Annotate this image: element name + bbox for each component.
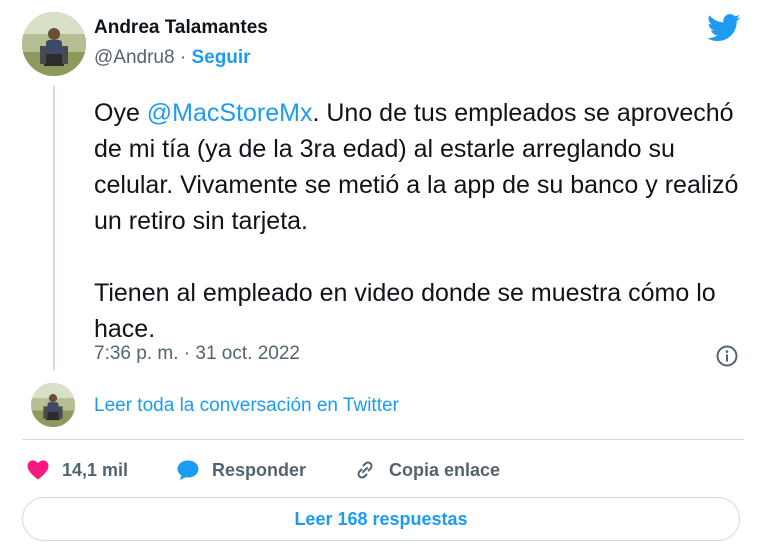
author-handle-row: @Andru8 · Seguir: [94, 47, 251, 69]
mention-link[interactable]: @MacStoreMx: [147, 99, 313, 127]
copy-link-button[interactable]: Copia enlace: [353, 457, 500, 483]
author-avatar-small[interactable]: [31, 383, 75, 427]
speech-bubble-icon: [177, 460, 199, 480]
avatar-photo: [22, 12, 86, 76]
follow-button[interactable]: Seguir: [191, 47, 250, 68]
author-handle[interactable]: @Andru8: [94, 47, 175, 68]
author-name[interactable]: Andrea Talamantes: [94, 17, 268, 39]
thread-line: [53, 86, 55, 370]
tweet-timestamp[interactable]: 7:36 p. m. · 31 oct. 2022: [94, 343, 300, 365]
avatar-photo: [31, 383, 75, 427]
reply-label: Responder: [212, 459, 307, 480]
read-replies-button[interactable]: Leer 168 respuestas: [22, 497, 740, 541]
twitter-bird-icon[interactable]: [707, 14, 741, 42]
author-avatar[interactable]: [22, 12, 86, 76]
tweet-paragraph-2: Tienen al empleado en video donde se mue…: [94, 279, 716, 343]
heart-icon: [27, 460, 49, 480]
tweet-paragraph-1: Oye @MacStoreMx. Uno de tus empleados se…: [94, 95, 744, 239]
read-conversation-link[interactable]: Leer toda la conversación en Twitter: [94, 395, 399, 417]
copy-link-label: Copia enlace: [389, 459, 501, 480]
tweet-text: Oye @MacStoreMx. Uno de tus empleados se…: [94, 95, 744, 347]
reply-button[interactable]: Responder: [176, 457, 306, 483]
separator: ·: [174, 47, 192, 68]
divider: [22, 439, 744, 440]
like-button[interactable]: 14,1 mil: [26, 457, 128, 483]
info-icon[interactable]: [715, 344, 739, 368]
like-count: 14,1 mil: [62, 459, 129, 480]
link-icon: [357, 461, 373, 479]
tweet-text-before-mention: Oye: [94, 99, 147, 127]
